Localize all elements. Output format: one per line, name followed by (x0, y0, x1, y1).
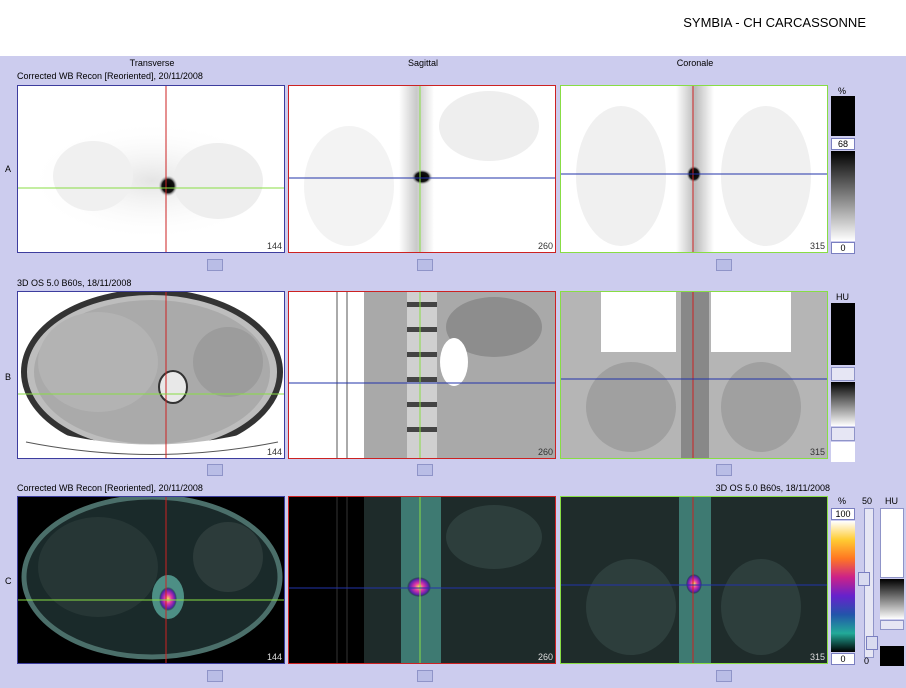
coronal-scroll-handle[interactable] (716, 464, 732, 476)
colorbar-c-max[interactable]: 100 (831, 508, 855, 520)
colorbar-c-gradient (831, 521, 855, 652)
colorbar-a-gradient (831, 151, 855, 241)
fusion-sagittal-image (289, 497, 555, 663)
colorbar-b-gradient (831, 382, 855, 426)
column-label-coronal: Coronale (676, 58, 714, 68)
transverse-scroll-handle[interactable] (207, 464, 223, 476)
row-c-letter: C (5, 576, 12, 586)
colorbar-a-min[interactable]: 0 (831, 242, 855, 254)
transverse-scroll-handle[interactable] (207, 670, 223, 682)
pet-coronal-viewport[interactable]: 315 (560, 85, 828, 253)
colorbar-a-top (831, 96, 855, 136)
ct-coronal-image (561, 292, 827, 458)
colorbar-b-top (831, 303, 855, 365)
colorbar-c-ct-gradient (880, 579, 904, 619)
slice-number: 260 (537, 447, 553, 457)
pet-transverse-viewport[interactable]: 144 (17, 85, 285, 253)
sagittal-scroll-handle[interactable] (417, 670, 433, 682)
column-label-sagittal: Sagittal (407, 58, 439, 68)
slice-number: 144 (266, 447, 282, 457)
slice-number: 315 (809, 447, 825, 457)
fusion-transverse-image (18, 497, 284, 663)
colorbar-b-bottom (831, 442, 855, 462)
slice-number: 144 (266, 241, 282, 251)
row-b-letter: B (5, 372, 12, 382)
sagittal-scroll-handle[interactable] (417, 259, 433, 271)
colorbar-c-ct-unit: HU (885, 496, 898, 506)
fusion-blend-lower-handle[interactable] (866, 636, 878, 650)
ct-sagittal-viewport[interactable]: 260 (288, 291, 556, 459)
fusion-sagittal-viewport[interactable]: 260 (288, 496, 556, 664)
colorbar-c-min[interactable]: 0 (831, 653, 855, 665)
row-a-caption: Corrected WB Recon [Reoriented], 20/11/2… (17, 71, 203, 81)
fusion-transverse-viewport[interactable]: 144 (17, 496, 285, 664)
row-a-letter: A (5, 164, 12, 174)
fusion-coronal-viewport[interactable]: 315 (560, 496, 828, 664)
colorbar-b-upper-handle[interactable] (831, 367, 855, 381)
pet-coronal-image (561, 86, 827, 252)
colorbar-a-unit: % (838, 86, 847, 96)
colorbar-a-max[interactable]: 68 (831, 138, 855, 150)
site-title: SYMBIA - CH CARCASSONNE (683, 15, 866, 30)
ct-coronal-viewport[interactable]: 315 (560, 291, 828, 459)
slice-number: 315 (809, 241, 825, 251)
slice-number: 315 (809, 652, 825, 662)
colorbar-b-unit: HU (836, 292, 849, 302)
pet-sagittal-image (289, 86, 555, 252)
fusion-blend-upper-handle[interactable] (858, 572, 870, 586)
colorbar-c-ct-handle[interactable] (880, 620, 904, 630)
column-label-transverse: Transverse (129, 58, 175, 68)
ct-transverse-image (18, 292, 284, 458)
colorbar-c-ct-top (880, 508, 904, 578)
sagittal-scroll-handle[interactable] (417, 464, 433, 476)
slice-number: 260 (537, 652, 553, 662)
coronal-scroll-handle[interactable] (716, 670, 732, 682)
coronal-scroll-handle[interactable] (716, 259, 732, 271)
fusion-coronal-image (561, 497, 827, 663)
pet-transverse-image (18, 86, 284, 252)
row-c-caption: Corrected WB Recon [Reoriented], 20/11/2… (17, 483, 203, 493)
ct-transverse-viewport[interactable]: 144 (17, 291, 285, 459)
fusion-blend-value: 50 (862, 496, 873, 506)
title-bar: SYMBIA - CH CARCASSONNE (0, 0, 906, 56)
slice-number: 260 (537, 241, 553, 251)
fusion-blend-min: 0 (864, 656, 870, 666)
ct-sagittal-image (289, 292, 555, 458)
colorbar-c-ct-bottom (880, 646, 904, 666)
transverse-scroll-handle[interactable] (207, 259, 223, 271)
row-b-caption: 3D OS 5.0 B60s, 18/11/2008 (17, 278, 132, 288)
colorbar-b-lower-handle[interactable] (831, 427, 855, 441)
slice-number: 144 (266, 652, 282, 662)
pet-sagittal-viewport[interactable]: 260 (288, 85, 556, 253)
colorbar-c-unit: % (838, 496, 847, 506)
row-c-caption-right: 3D OS 5.0 B60s, 18/11/2008 (715, 483, 830, 493)
